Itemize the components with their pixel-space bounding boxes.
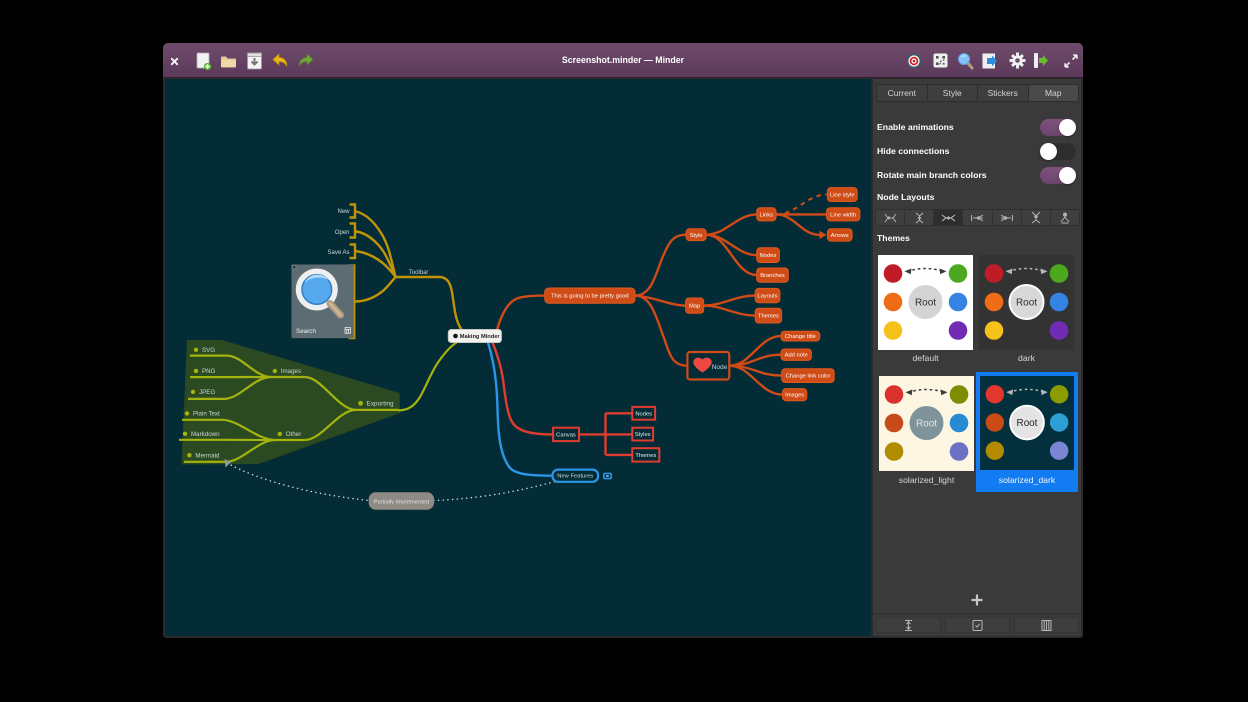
- svg-text:JPEG: JPEG: [199, 389, 215, 396]
- svg-text:Mermaid: Mermaid: [195, 452, 220, 459]
- svg-text:New Features: New Features: [557, 474, 593, 480]
- svg-text:Change link color: Change link color: [786, 374, 831, 380]
- svg-text:Nodes: Nodes: [760, 253, 777, 259]
- svg-text:Arrows: Arrows: [831, 233, 849, 239]
- svg-text:Other: Other: [286, 431, 301, 438]
- svg-text:Images: Images: [281, 368, 301, 375]
- svg-text:Partially Implemented: Partially Implemented: [374, 499, 430, 505]
- svg-text:New: New: [337, 209, 350, 215]
- svg-text:Add note: Add note: [785, 353, 808, 359]
- svg-text:Branches: Branches: [760, 273, 785, 279]
- svg-text:Root: Root: [916, 419, 937, 430]
- svg-text:Themes: Themes: [758, 314, 779, 320]
- svg-text:Save As: Save As: [327, 250, 349, 256]
- svg-text:Root: Root: [1017, 418, 1038, 429]
- svg-text:Change title: Change title: [785, 334, 816, 340]
- svg-text:Node: Node: [712, 364, 728, 371]
- svg-text:Images: Images: [785, 393, 804, 399]
- svg-text:Toolbar: Toolbar: [409, 270, 429, 276]
- svg-text:Markdown: Markdown: [191, 431, 220, 438]
- svg-text:Themes: Themes: [635, 453, 656, 459]
- svg-text:Style: Style: [690, 233, 703, 239]
- svg-text:Line width: Line width: [830, 212, 856, 218]
- svg-text:Line style: Line style: [830, 193, 855, 199]
- svg-text:Making Minder: Making Minder: [460, 334, 501, 340]
- svg-text:SVG: SVG: [202, 347, 215, 354]
- svg-text:Map: Map: [689, 304, 700, 310]
- svg-text:Search: Search: [296, 328, 316, 335]
- svg-text:Open: Open: [335, 230, 350, 236]
- svg-text:Links: Links: [760, 212, 774, 218]
- svg-text:Styles: Styles: [635, 432, 651, 438]
- svg-text:This is going to be pretty goo: This is going to be pretty good: [551, 294, 629, 300]
- svg-text:Root: Root: [915, 298, 936, 309]
- svg-text:PNG: PNG: [202, 368, 216, 375]
- svg-text:Canvas: Canvas: [556, 432, 576, 438]
- svg-text:Plain Text: Plain Text: [193, 411, 220, 418]
- svg-text:Root: Root: [1016, 298, 1037, 309]
- svg-text:Layouts: Layouts: [757, 294, 777, 300]
- svg-text:Nodes: Nodes: [635, 411, 652, 417]
- svg-text:Exporting: Exporting: [367, 401, 394, 408]
